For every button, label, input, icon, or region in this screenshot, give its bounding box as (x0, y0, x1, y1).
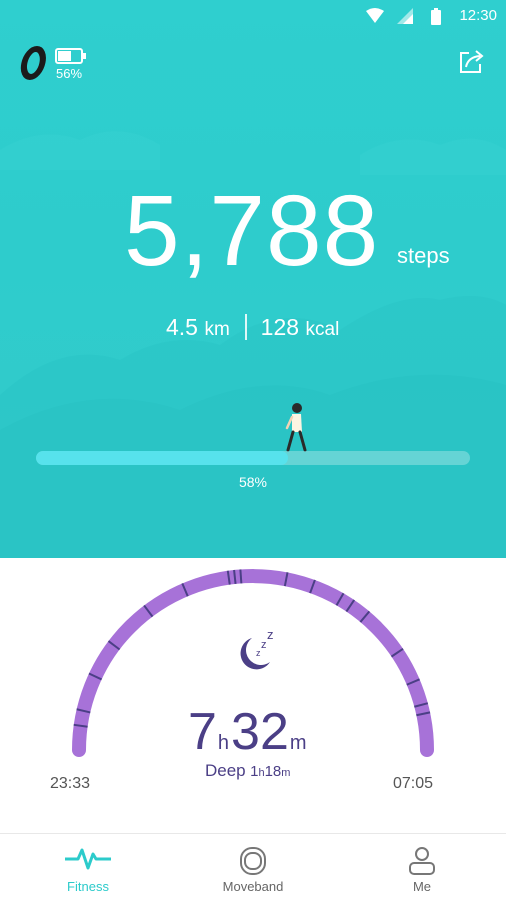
status-time: 12:30 (459, 7, 497, 24)
sleep-start-time: 23:33 (50, 775, 91, 792)
nav-item-me[interactable]: Me (338, 834, 506, 900)
step-goal-progress-fill (36, 451, 288, 465)
sleep-hours: 7 (188, 703, 217, 761)
signal-icon (397, 8, 413, 24)
wifi-icon (366, 8, 384, 23)
nav-item-moveband[interactable]: Moveband (169, 834, 337, 900)
calories-unit: kcal (305, 319, 340, 340)
share-icon[interactable] (456, 47, 486, 77)
nav-label-me: Me (412, 879, 432, 894)
sleep-hours-unit: h (217, 732, 230, 754)
device-logo-icon[interactable] (20, 46, 46, 80)
sleep-duration: 7h32m (188, 704, 309, 760)
status-bar: 12:30 (0, 0, 506, 32)
metric-divider (245, 314, 248, 340)
sleep-minutes-unit: m (289, 732, 307, 754)
nav-label-moveband: Moveband (222, 879, 284, 894)
distance-unit: km (204, 319, 230, 340)
sleep-minutes: 32 (231, 703, 289, 761)
sleep-arc-tick (239, 569, 243, 584)
distance-value: 4.5 (166, 314, 198, 340)
sleep-summary-card[interactable]: z z z 7h32m Deep 1h18m 23:33 07:05 (0, 558, 506, 833)
fitness-summary: 12:30 56% 5,788 steps 4.5 km 128 kcal 58… (0, 0, 506, 558)
deep-sleep-label: Deep (205, 761, 246, 780)
step-goal-progress-bar (36, 451, 470, 465)
nav-item-fitness[interactable]: Fitness (4, 834, 172, 900)
sleep-end-time: 07:05 (393, 775, 434, 792)
calories-value: 128 (260, 314, 300, 340)
pulse-icon (65, 848, 111, 870)
steps-unit: steps (397, 243, 450, 268)
band-battery-percent: 56% (56, 66, 83, 81)
walking-person-icon (285, 403, 307, 452)
phone-battery-icon (431, 8, 441, 25)
band-battery-icon (55, 48, 86, 64)
person-icon (409, 847, 435, 875)
band-icon (240, 847, 266, 875)
nav-label-fitness: Fitness (67, 879, 109, 894)
sleep-moon-icon: z z z (240, 627, 274, 670)
distance-calories: 4.5 km 128 kcal (166, 314, 339, 341)
deep-sleep: Deep 1h18m (205, 761, 290, 781)
deep-sleep-minutes: 18 (264, 763, 282, 780)
svg-text:z: z (261, 639, 267, 651)
deep-sleep-minutes-unit: m (281, 767, 291, 779)
bottom-navigation: Fitness Moveband Me (0, 833, 506, 900)
svg-text:z: z (267, 627, 274, 642)
steps-count: 5,788 (124, 175, 380, 287)
step-goal-percent-text: 58% (238, 474, 268, 490)
